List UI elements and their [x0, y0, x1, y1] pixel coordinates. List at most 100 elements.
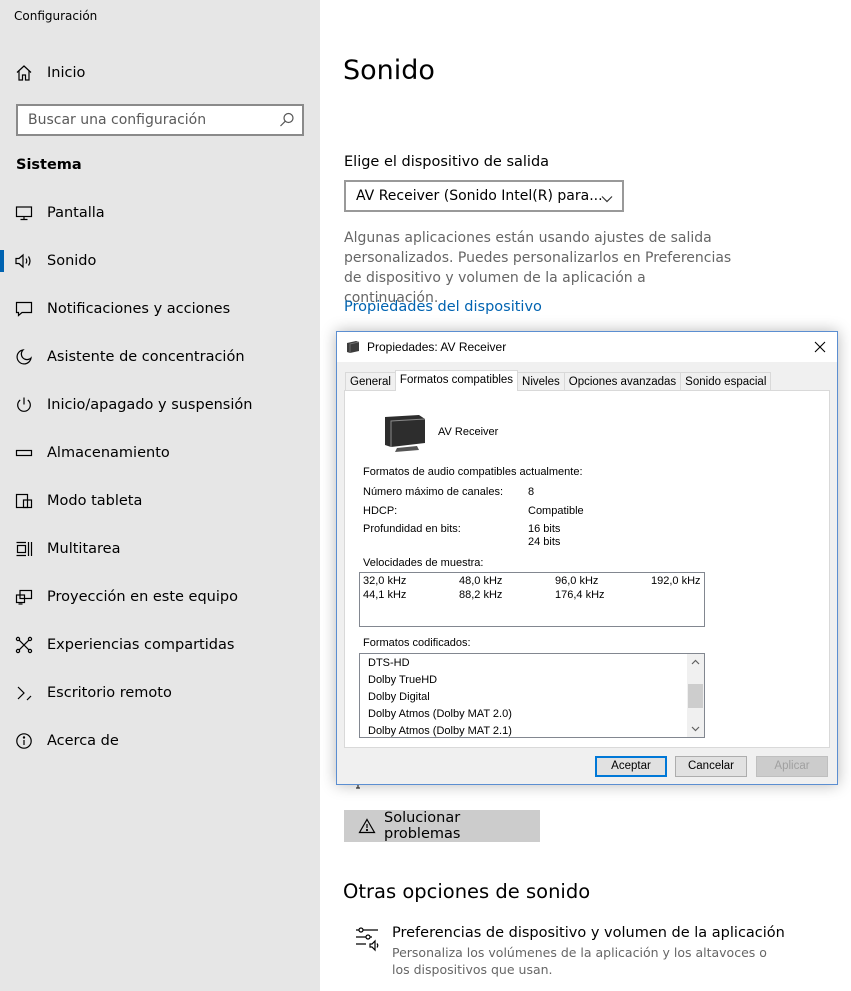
sidebar: Configuración Inicio Sistema Pantalla So… [0, 0, 320, 991]
dialog-tabs: General Formatos compatibles Niveles Opc… [345, 370, 772, 391]
search-icon[interactable] [278, 111, 296, 129]
sidebar-item-home[interactable]: Inicio [0, 53, 320, 93]
warning-icon [358, 818, 376, 834]
remote-desktop-icon [14, 683, 34, 703]
sample-rate: 176,4 kHz [555, 589, 605, 601]
moon-icon [14, 347, 34, 367]
close-icon[interactable] [809, 336, 831, 358]
storage-icon [14, 443, 34, 463]
device-properties-link[interactable]: Propiedades del dispositivo [344, 299, 542, 315]
speaker-icon [14, 251, 34, 271]
sidebar-item-label: Experiencias compartidas [47, 637, 235, 653]
sidebar-item-label: Modo tableta [47, 493, 143, 509]
scroll-down-icon[interactable] [687, 720, 704, 737]
sidebar-item-proyeccion[interactable]: Proyección en este equipo [0, 577, 320, 617]
info-icon [14, 731, 34, 751]
app-title: Configuración [14, 9, 98, 23]
search-input[interactable] [28, 110, 268, 130]
sidebar-item-experiencias[interactable]: Experiencias compartidas [0, 625, 320, 665]
bit-depth-value: 16 bits [528, 523, 561, 535]
max-channels-label: Número máximo de canales: [363, 486, 504, 498]
sidebar-item-acerca[interactable]: Acerca de [0, 721, 320, 761]
encoded-formats-label: Formatos codificados: [363, 637, 471, 649]
sample-rate: 192,0 kHz [651, 575, 701, 587]
sidebar-item-label: Inicio/apagado y suspensión [47, 397, 253, 413]
device-name: AV Receiver [438, 426, 499, 438]
bit-depth-value: 24 bits [528, 536, 561, 548]
bit-depth-label: Profundidad en bits: [363, 523, 461, 535]
sidebar-item-label: Asistente de concentración [47, 349, 245, 365]
scrollbar-thumb[interactable] [688, 684, 703, 708]
troubleshoot-label: Solucionar problemas [384, 810, 461, 842]
sidebar-item-sonido[interactable]: Sonido [0, 241, 320, 281]
sidebar-item-escritorio-remoto[interactable]: Escritorio remoto [0, 673, 320, 713]
sample-rate: 88,2 kHz [459, 589, 503, 601]
sample-rates-list[interactable]: 32,0 kHz 48,0 kHz 96,0 kHz 192,0 kHz 44,… [359, 572, 705, 627]
speaker-device-icon [346, 340, 360, 354]
tab-opciones-avanzadas[interactable]: Opciones avanzadas [563, 372, 682, 391]
page-title: Sonido [343, 55, 435, 86]
tv-icon [383, 413, 427, 453]
dialog-title: Propiedades: AV Receiver [367, 340, 507, 354]
formats-panel: AV Receiver Formatos de audio compatible… [344, 390, 830, 748]
projection-icon [14, 587, 34, 607]
sample-rate: 48,0 kHz [459, 575, 503, 587]
output-device-dropdown[interactable]: AV Receiver (Sonido Intel(R) para... [344, 180, 624, 212]
sidebar-item-tableta[interactable]: Modo tableta [0, 481, 320, 521]
sidebar-item-label: Proyección en este equipo [47, 589, 238, 605]
sidebar-item-label: Escritorio remoto [47, 685, 172, 701]
notification-icon [14, 299, 34, 319]
home-icon [14, 63, 34, 83]
other-options-title: Otras opciones de sonido [343, 880, 591, 903]
tab-general[interactable]: General [345, 372, 396, 391]
monitor-icon [14, 203, 34, 223]
tab-formatos-compatibles[interactable]: Formatos compatibles [394, 370, 519, 391]
sample-rate: 96,0 kHz [555, 575, 599, 587]
hdcp-label: HDCP: [363, 505, 398, 517]
sample-rate: 44,1 kHz [363, 589, 407, 601]
output-device-label: Elige el dispositivo de salida [344, 154, 550, 170]
sidebar-item-label: Notificaciones y acciones [47, 301, 231, 317]
app-prefs-description: Personaliza los volúmenes de la aplicaci… [392, 945, 767, 977]
formats-heading: Formatos de audio compatibles actualment… [363, 466, 583, 478]
sidebar-item-label: Almacenamiento [47, 445, 170, 461]
sidebar-item-asistente[interactable]: Asistente de concentración [0, 337, 320, 377]
sidebar-item-label: Inicio [47, 65, 86, 81]
sidebar-item-multitarea[interactable]: Multitarea [0, 529, 320, 569]
sliders-speaker-icon [354, 926, 382, 952]
apply-button[interactable]: Aplicar [756, 756, 828, 777]
power-icon [14, 395, 34, 415]
sidebar-item-label: Pantalla [47, 205, 105, 221]
sidebar-item-power[interactable]: Inicio/apagado y suspensión [0, 385, 320, 425]
tab-sonido-espacial[interactable]: Sonido espacial [680, 372, 772, 391]
multitask-icon [14, 539, 34, 559]
list-item: Dolby Atmos (Dolby MAT 2.1) [368, 725, 512, 737]
sidebar-item-label: Sonido [47, 253, 97, 269]
max-channels-value: 8 [528, 486, 535, 498]
encoded-formats-list[interactable]: DTS-HD Dolby TrueHD Dolby Digital Dolby … [359, 653, 705, 738]
troubleshoot-button[interactable]: Solucionar problemas [344, 810, 540, 842]
ok-button[interactable]: Aceptar [595, 756, 667, 777]
sample-rates-label: Velocidades de muestra: [363, 557, 484, 569]
cancel-button[interactable]: Cancelar [675, 756, 747, 777]
app-prefs-link[interactable]: Preferencias de dispositivo y volumen de… [392, 925, 785, 941]
section-title: Sistema [16, 157, 82, 173]
sidebar-item-pantalla[interactable]: Pantalla [0, 193, 320, 233]
sidebar-item-almacenamiento[interactable]: Almacenamiento [0, 433, 320, 473]
properties-dialog: Propiedades: AV Receiver General Formato… [336, 331, 838, 785]
sidebar-item-label: Acerca de [47, 733, 119, 749]
list-item: Dolby Digital [368, 691, 430, 703]
sidebar-item-notificaciones[interactable]: Notificaciones y acciones [0, 289, 320, 329]
scroll-up-icon[interactable] [687, 654, 704, 671]
tab-niveles[interactable]: Niveles [517, 372, 565, 391]
scrollbar[interactable] [687, 654, 704, 737]
sample-rate: 32,0 kHz [363, 575, 407, 587]
search-box[interactable] [16, 104, 304, 136]
shared-icon [14, 635, 34, 655]
dialog-titlebar[interactable]: Propiedades: AV Receiver [337, 332, 837, 362]
list-item: DTS-HD [368, 657, 410, 669]
list-item: Dolby TrueHD [368, 674, 438, 686]
tablet-icon [14, 491, 34, 511]
hdcp-value: Compatible [528, 505, 584, 517]
list-item: Dolby Atmos (Dolby MAT 2.0) [368, 708, 512, 720]
